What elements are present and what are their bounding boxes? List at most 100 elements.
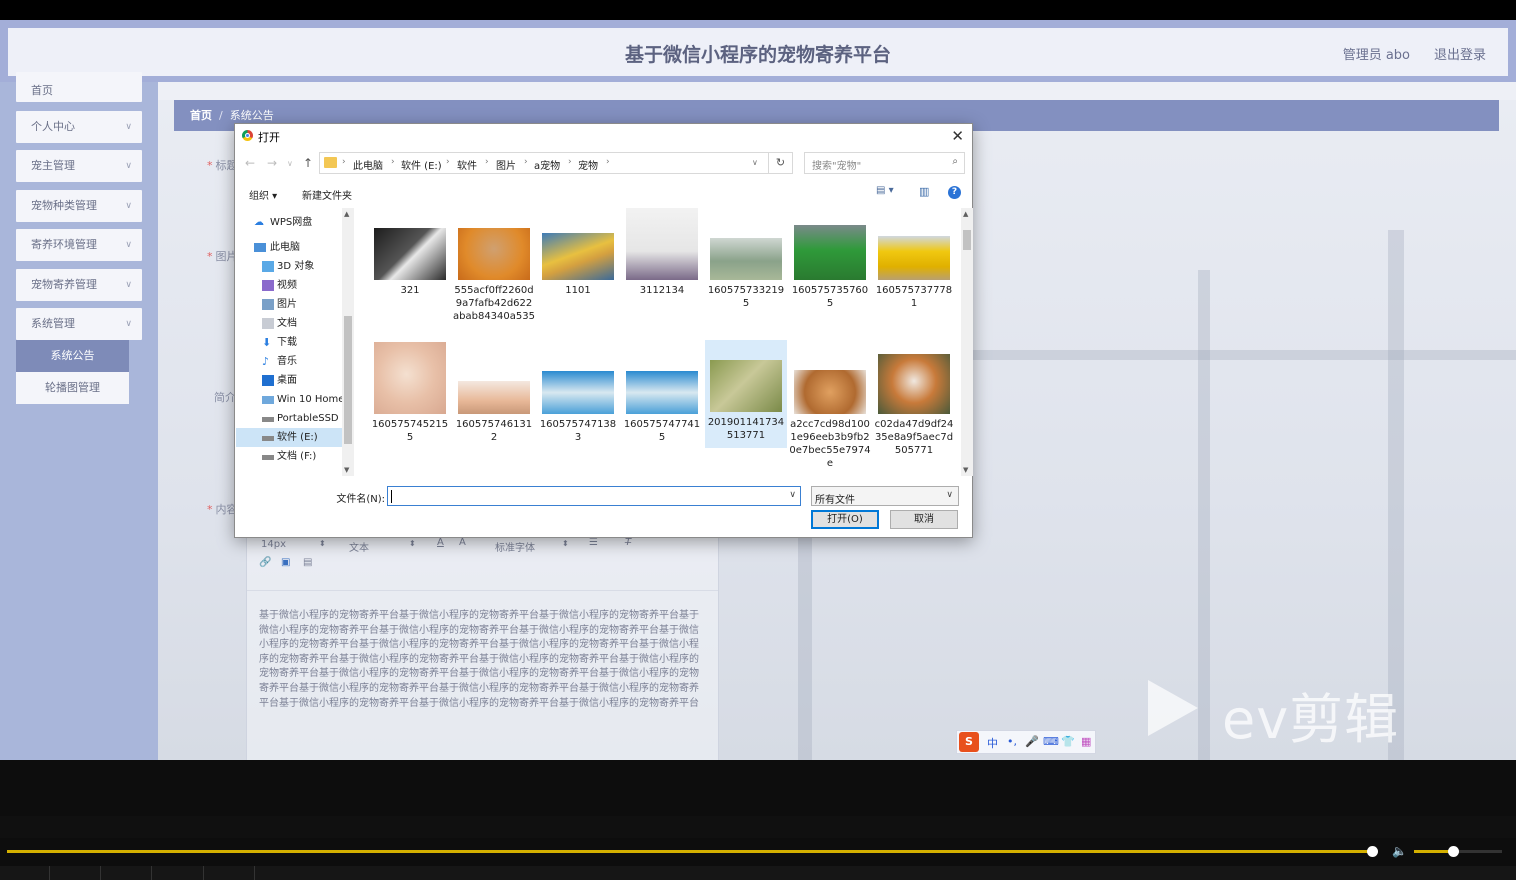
file-item[interactable]: 3112134 <box>621 208 703 297</box>
player-strip <box>0 816 1516 838</box>
preview-pane-icon[interactable]: ▥ <box>919 185 929 198</box>
filename-input[interactable]: ∨ <box>387 486 801 506</box>
sidebar-item-home[interactable]: 首页 <box>16 72 142 102</box>
back-arrow-icon[interactable]: ← <box>245 156 255 170</box>
top-header: 基于微信小程序的宠物寄养平台 管理员 abo 退出登录 <box>0 20 1516 82</box>
image-icon[interactable]: ▣ <box>281 557 290 568</box>
file-item[interactable]: 1605757471383 <box>537 371 619 444</box>
address-crumb[interactable]: a宠物 <box>534 157 560 172</box>
file-item[interactable]: 1605757357605 <box>789 225 871 310</box>
sidebar-item-environment[interactable]: 寄养环境管理 ∨ <box>16 229 142 261</box>
nav-item-this-pc[interactable]: 此电脑 <box>236 238 344 257</box>
video-icon[interactable]: ▤ <box>303 557 312 568</box>
open-button[interactable]: 打开(O) <box>811 510 879 529</box>
chevron-down-icon[interactable]: ∨ <box>752 158 758 167</box>
open-file-dialog: 打开 ✕ ← → ∨ ↑ › 此电脑 › 软件 (E:) › 软件 › 图片 ›… <box>234 123 973 538</box>
up-arrow-icon[interactable]: ↑ <box>303 156 313 170</box>
recent-dropdown-icon[interactable]: ∨ <box>287 159 293 168</box>
chevron-down-icon: ∨ <box>946 490 953 500</box>
header-bar: 基于微信小程序的宠物寄养平台 管理员 abo 退出登录 <box>8 28 1508 76</box>
sidebar-item-boarding[interactable]: 宠物寄养管理 ∨ <box>16 269 142 301</box>
file-scrollbar[interactable]: ▲ ▼ <box>961 208 973 476</box>
nav-item-3d[interactable]: 3D 对象 <box>236 257 344 276</box>
file-item[interactable]: 1605757477415 <box>621 371 703 444</box>
playback-progress[interactable] <box>7 850 1373 853</box>
nav-item-win10[interactable]: Win 10 Home <box>236 390 344 409</box>
nav-item-docs-f[interactable]: 文档 (F:) <box>236 447 344 466</box>
address-crumb[interactable]: 软件 (E:) <box>401 157 442 172</box>
forward-arrow-icon[interactable]: → <box>267 156 277 170</box>
cancel-button[interactable]: 取消 <box>890 510 958 529</box>
microphone-icon[interactable]: 🎤 <box>1025 735 1039 748</box>
filetype-select[interactable]: 所有文件 ∨ <box>811 486 959 506</box>
volume-icon[interactable]: 🔈 <box>1392 844 1408 858</box>
keyboard-icon[interactable]: ⌨ <box>1043 735 1059 748</box>
progress-handle[interactable] <box>1367 846 1378 857</box>
address-crumb[interactable]: 图片 <box>496 157 516 172</box>
file-item[interactable]: c02da47d9df2435e8a9f5aec7d505771 <box>873 354 955 457</box>
toolbox-icon[interactable]: ▦ <box>1081 735 1091 748</box>
nav-item-portable[interactable]: PortableSSD (I <box>236 409 344 428</box>
sidebar-item-system[interactable]: 系统管理 ∨ <box>16 308 142 340</box>
file-item[interactable]: 555acf0ff2260d9a7fafb42d622abab84340a535 <box>453 228 535 323</box>
file-item[interactable]: a2cc7cd98d1001e96eeb3b9fb20e7bec55e7974e <box>789 370 871 470</box>
nav-item-downloads[interactable]: ⬇ 下载 <box>236 333 344 352</box>
new-folder-button[interactable]: 新建文件夹 <box>302 187 352 202</box>
view-options-icon[interactable]: ▤ ▾ <box>876 185 894 196</box>
help-icon[interactable]: ? <box>948 186 961 199</box>
chevron-updown-icon: ⬍ <box>319 539 326 548</box>
ime-punct-toggle[interactable]: •, <box>1007 735 1017 748</box>
file-item[interactable]: 1101 <box>537 228 619 297</box>
nav-item-videos[interactable]: 视频 <box>236 276 344 295</box>
watermark-play-icon <box>1148 680 1198 736</box>
block-type-select[interactable]: 文本 <box>349 539 369 554</box>
file-item-selected[interactable]: 201901141734513771 <box>705 340 787 448</box>
logout-link[interactable]: 退出登录 <box>1434 44 1486 63</box>
file-item[interactable]: 1605757461312 <box>453 381 535 444</box>
font-color-icon[interactable]: A <box>437 537 444 548</box>
address-crumb[interactable]: 软件 <box>457 157 477 172</box>
file-item[interactable]: 1605757332195 <box>705 238 787 310</box>
sidebar-item-pet-types[interactable]: 宠物种类管理 ∨ <box>16 190 142 222</box>
file-item[interactable]: 321 <box>369 228 451 297</box>
file-item[interactable]: 1605757377781 <box>873 236 955 310</box>
sidebar-subitem-notice[interactable]: 系统公告 <box>16 340 129 372</box>
align-icon[interactable]: ☰ <box>589 537 598 548</box>
breadcrumb-home[interactable]: 首页 <box>190 109 212 122</box>
nav-scrollbar[interactable]: ▲ ▼ <box>342 208 354 476</box>
background-color-icon[interactable]: Ä <box>459 537 466 548</box>
scrollbar-thumb[interactable] <box>344 316 352 444</box>
address-crumb[interactable]: 此电脑 <box>353 157 383 172</box>
current-user: 管理员 abo <box>1342 48 1410 63</box>
font-size-select[interactable]: 14px <box>261 539 286 550</box>
drive-icon <box>262 396 274 404</box>
sidebar-subitem-carousel[interactable]: 轮播图管理 <box>16 372 129 404</box>
nav-item-wps[interactable]: ☁ WPS网盘 <box>236 213 344 232</box>
address-crumb[interactable]: 宠物 <box>578 157 598 172</box>
volume-handle[interactable] <box>1448 846 1459 857</box>
skin-icon[interactable]: 👕 <box>1061 735 1075 748</box>
refresh-icon[interactable]: ↻ <box>769 152 793 174</box>
nav-item-music[interactable]: ♪ 音乐 <box>236 352 344 371</box>
organize-button[interactable]: 组织 ▾ <box>249 187 277 202</box>
sidebar-item-owners[interactable]: 宠主管理 ∨ <box>16 150 142 182</box>
text-caret <box>391 490 392 503</box>
nav-item-desktop[interactable]: 桌面 <box>236 371 344 390</box>
nav-item-pictures[interactable]: 图片 <box>236 295 344 314</box>
font-family-select[interactable]: 标准字体 <box>495 539 535 554</box>
close-icon[interactable]: ✕ <box>951 127 964 145</box>
nav-item-software-e[interactable]: 软件 (E:) <box>236 428 344 447</box>
link-icon[interactable]: 🔗 <box>259 557 271 568</box>
file-item[interactable]: 1605757452155 <box>369 342 451 444</box>
drive-icon <box>262 436 274 441</box>
search-input[interactable]: 搜索"宠物" ⌕ <box>804 152 965 174</box>
chevron-down-icon[interactable]: ∨ <box>789 490 796 500</box>
editor-content[interactable]: 基于微信小程序的宠物寄养平台基于微信小程序的宠物寄养平台基于微信小程序的宠物寄养… <box>259 609 705 711</box>
scrollbar-thumb[interactable] <box>963 230 971 250</box>
nav-item-documents[interactable]: 文档 <box>236 314 344 333</box>
search-icon: ⌕ <box>952 156 958 167</box>
clear-format-icon[interactable]: T̶ <box>625 537 631 548</box>
ime-lang-toggle[interactable]: 中 <box>987 735 998 751</box>
address-bar[interactable]: › 此电脑 › 软件 (E:) › 软件 › 图片 › a宠物 › 宠物 › ∨ <box>319 152 769 174</box>
sidebar-item-profile[interactable]: 个人中心 ∨ <box>16 111 142 143</box>
